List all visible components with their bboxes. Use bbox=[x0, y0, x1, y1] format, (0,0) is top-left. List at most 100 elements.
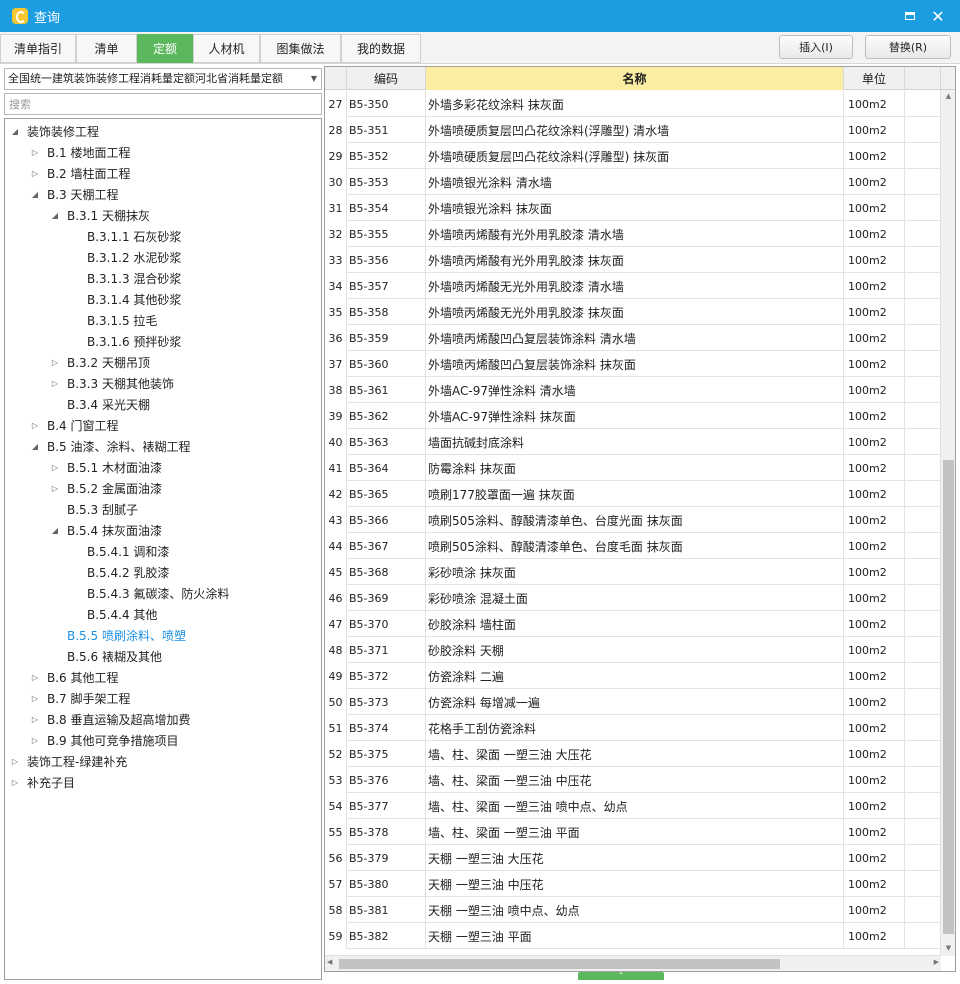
tree-node[interactable]: B.3.1.5 拉毛 bbox=[69, 310, 157, 331]
table-row[interactable]: 33 B5-356 外墙喷丙烯酸有光外用乳胶漆 抹灰面 100m2 bbox=[325, 247, 941, 273]
tree-node[interactable]: ▷ 装饰工程-绿建补充 bbox=[9, 751, 127, 772]
table-row[interactable]: 45 B5-368 彩砂喷涂 抹灰面 100m2 bbox=[325, 559, 941, 585]
expand-icon[interactable]: ▷ bbox=[29, 147, 41, 159]
table-row[interactable]: 47 B5-370 砂胶涂料 墙柱面 100m2 bbox=[325, 611, 941, 637]
tree-node[interactable]: ▷ 补充子目 bbox=[9, 772, 75, 793]
tree-node[interactable]: ▷ B.6 其他工程 bbox=[29, 667, 119, 688]
table-row[interactable]: 55 B5-378 墙、柱、梁面 一塑三油 平面 100m2 bbox=[325, 819, 941, 845]
table-row[interactable]: 34 B5-357 外墙喷丙烯酸无光外用乳胶漆 清水墙 100m2 bbox=[325, 273, 941, 299]
panel-collapse-grip[interactable]: ⌃ bbox=[578, 972, 664, 980]
collapse-icon[interactable]: ◢ bbox=[49, 525, 61, 537]
tree-node[interactable]: B.3.1.2 水泥砂浆 bbox=[69, 247, 181, 268]
expand-icon[interactable]: ▷ bbox=[9, 756, 21, 768]
table-row[interactable]: 37 B5-360 外墙喷丙烯酸凹凸复层装饰涂料 抹灰面 100m2 bbox=[325, 351, 941, 377]
scroll-left-icon[interactable]: ◀ bbox=[327, 958, 332, 966]
tree-node[interactable]: ◢ B.3.1 天棚抹灰 bbox=[49, 205, 150, 226]
table-row[interactable]: 50 B5-373 仿瓷涂料 每增减一遍 100m2 bbox=[325, 689, 941, 715]
table-row[interactable]: 58 B5-381 天棚 一塑三油 喷中点、幼点 100m2 bbox=[325, 897, 941, 923]
scroll-down-icon[interactable]: ▼ bbox=[941, 944, 955, 954]
expand-icon[interactable]: ▷ bbox=[29, 672, 41, 684]
table-row[interactable]: 28 B5-351 外墙喷硬质复层凹凸花纹涂料(浮雕型) 清水墙 100m2 bbox=[325, 117, 941, 143]
tree-node[interactable]: ▷ B.2 墙柱面工程 bbox=[29, 163, 131, 184]
vertical-scroll-thumb[interactable] bbox=[943, 460, 954, 934]
table-row[interactable]: 51 B5-374 花格手工刮仿瓷涂料 100m2 bbox=[325, 715, 941, 741]
tree-node[interactable]: B.5.4.4 其他 bbox=[69, 604, 157, 625]
table-row[interactable]: 31 B5-354 外墙喷银光涂料 抹灰面 100m2 bbox=[325, 195, 941, 221]
table-row[interactable]: 57 B5-380 天棚 一塑三油 中压花 100m2 bbox=[325, 871, 941, 897]
tree-node[interactable]: ▷ B.3.3 天棚其他装饰 bbox=[49, 373, 174, 394]
table-row[interactable]: 29 B5-352 外墙喷硬质复层凹凸花纹涂料(浮雕型) 抹灰面 100m2 bbox=[325, 143, 941, 169]
table-row[interactable]: 49 B5-372 仿瓷涂料 二遍 100m2 bbox=[325, 663, 941, 689]
expand-icon[interactable]: ▷ bbox=[9, 777, 21, 789]
tree-node[interactable]: B.5.4.3 氟碳漆、防火涂料 bbox=[69, 583, 229, 604]
collapse-icon[interactable]: ◢ bbox=[29, 189, 41, 201]
table-row[interactable]: 46 B5-369 彩砂喷涂 混凝土面 100m2 bbox=[325, 585, 941, 611]
tree-node[interactable]: B.3.1.4 其他砂浆 bbox=[69, 289, 181, 310]
table-row[interactable]: 32 B5-355 外墙喷丙烯酸有光外用乳胶漆 清水墙 100m2 bbox=[325, 221, 941, 247]
tab-atlas[interactable]: 图集做法 bbox=[260, 34, 341, 63]
horizontal-scroll-thumb[interactable] bbox=[339, 959, 780, 969]
tree-node[interactable]: ▷ B.1 楼地面工程 bbox=[29, 142, 131, 163]
header-unit[interactable]: 单位 bbox=[844, 67, 905, 90]
table-row[interactable]: 27 B5-350 外墙多彩花纹涂料 抹灰面 100m2 bbox=[325, 91, 941, 117]
replace-button[interactable]: 替换(R) bbox=[865, 35, 951, 59]
tree-node[interactable]: B.5.4.1 调和漆 bbox=[69, 541, 169, 562]
vertical-scrollbar[interactable]: ▲ ▼ bbox=[940, 90, 955, 956]
tree-node[interactable]: ▷ B.5.2 金属面油漆 bbox=[49, 478, 162, 499]
tree-node[interactable]: ▷ B.7 脚手架工程 bbox=[29, 688, 131, 709]
tree-node[interactable]: ▷ B.9 其他可竞争措施项目 bbox=[29, 730, 179, 751]
header-name[interactable]: 名称 bbox=[426, 67, 844, 90]
maximize-icon[interactable] bbox=[902, 8, 918, 24]
expand-icon[interactable]: ▷ bbox=[29, 693, 41, 705]
collapse-icon[interactable]: ◢ bbox=[49, 210, 61, 222]
tree-node[interactable]: B.3.4 采光天棚 bbox=[49, 394, 150, 415]
tree-node[interactable]: ◢ B.5.4 抹灰面油漆 bbox=[49, 520, 162, 541]
table-row[interactable]: 40 B5-363 墙面抗碱封底涂料 100m2 bbox=[325, 429, 941, 455]
expand-icon[interactable]: ▷ bbox=[29, 714, 41, 726]
header-code[interactable]: 编码 bbox=[347, 67, 426, 90]
expand-icon[interactable]: ▷ bbox=[29, 420, 41, 432]
expand-icon[interactable]: ▷ bbox=[49, 357, 61, 369]
tree-node[interactable]: B.3.1.3 混合砂浆 bbox=[69, 268, 181, 289]
tree-node[interactable]: B.5.3 刮腻子 bbox=[49, 499, 138, 520]
table-row[interactable]: 39 B5-362 外墙AC-97弹性涂料 抹灰面 100m2 bbox=[325, 403, 941, 429]
tab-my-data[interactable]: 我的数据 bbox=[341, 34, 421, 63]
tab-labor-material[interactable]: 人材机 bbox=[193, 34, 260, 63]
expand-icon[interactable]: ▷ bbox=[29, 735, 41, 747]
tab-bill[interactable]: 清单 bbox=[76, 34, 137, 63]
tab-quota[interactable]: 定额 bbox=[137, 34, 193, 63]
collapse-icon[interactable]: ◢ bbox=[9, 126, 21, 138]
table-row[interactable]: 48 B5-371 砂胶涂料 天棚 100m2 bbox=[325, 637, 941, 663]
table-row[interactable]: 56 B5-379 天棚 一塑三油 大压花 100m2 bbox=[325, 845, 941, 871]
quota-library-dropdown[interactable]: 全国统一建筑装饰装修工程消耗量定额河北省消耗量定额 ▼ bbox=[4, 68, 322, 90]
insert-button[interactable]: 插入(I) bbox=[779, 35, 853, 59]
scroll-up-icon[interactable]: ▲ bbox=[941, 92, 955, 102]
table-row[interactable]: 41 B5-364 防霉涂料 抹灰面 100m2 bbox=[325, 455, 941, 481]
collapse-icon[interactable]: ◢ bbox=[29, 441, 41, 453]
expand-icon[interactable]: ▷ bbox=[49, 378, 61, 390]
tree-node[interactable]: B.5.4.2 乳胶漆 bbox=[69, 562, 169, 583]
table-row[interactable]: 54 B5-377 墙、柱、梁面 一塑三油 喷中点、幼点 100m2 bbox=[325, 793, 941, 819]
tree-node[interactable]: ▷ B.3.2 天棚吊顶 bbox=[49, 352, 150, 373]
close-icon[interactable]: ✕ bbox=[930, 7, 946, 26]
table-row[interactable]: 35 B5-358 外墙喷丙烯酸无光外用乳胶漆 抹灰面 100m2 bbox=[325, 299, 941, 325]
tree-node[interactable]: B.5.5 喷刷涂料、喷塑 bbox=[49, 625, 186, 646]
expand-icon[interactable]: ▷ bbox=[49, 462, 61, 474]
tree-node[interactable]: ▷ B.4 门窗工程 bbox=[29, 415, 119, 436]
table-row[interactable]: 36 B5-359 外墙喷丙烯酸凹凸复层装饰涂料 清水墙 100m2 bbox=[325, 325, 941, 351]
search-input[interactable] bbox=[4, 93, 322, 115]
table-row[interactable]: 30 B5-353 外墙喷银光涂料 清水墙 100m2 bbox=[325, 169, 941, 195]
scroll-right-icon[interactable]: ▶ bbox=[934, 958, 939, 966]
tree-node[interactable]: ◢ 装饰装修工程 bbox=[9, 121, 99, 142]
table-row[interactable]: 38 B5-361 外墙AC-97弹性涂料 清水墙 100m2 bbox=[325, 377, 941, 403]
tab-bill-guide[interactable]: 清单指引 bbox=[0, 34, 76, 63]
expand-icon[interactable]: ▷ bbox=[29, 168, 41, 180]
chevron-down-icon[interactable]: ▼ bbox=[307, 69, 321, 89]
tree-node[interactable]: B.3.1.1 石灰砂浆 bbox=[69, 226, 181, 247]
expand-icon[interactable]: ▷ bbox=[49, 483, 61, 495]
tree-node[interactable]: ▷ B.5.1 木材面油漆 bbox=[49, 457, 162, 478]
table-row[interactable]: 59 B5-382 天棚 一塑三油 平面 100m2 bbox=[325, 923, 941, 949]
table-row[interactable]: 43 B5-366 喷刷505涂料、醇酸清漆单色、台度光面 抹灰面 100m2 bbox=[325, 507, 941, 533]
tree-node[interactable]: ▷ B.8 垂直运输及超高增加费 bbox=[29, 709, 191, 730]
table-row[interactable]: 52 B5-375 墙、柱、梁面 一塑三油 大压花 100m2 bbox=[325, 741, 941, 767]
